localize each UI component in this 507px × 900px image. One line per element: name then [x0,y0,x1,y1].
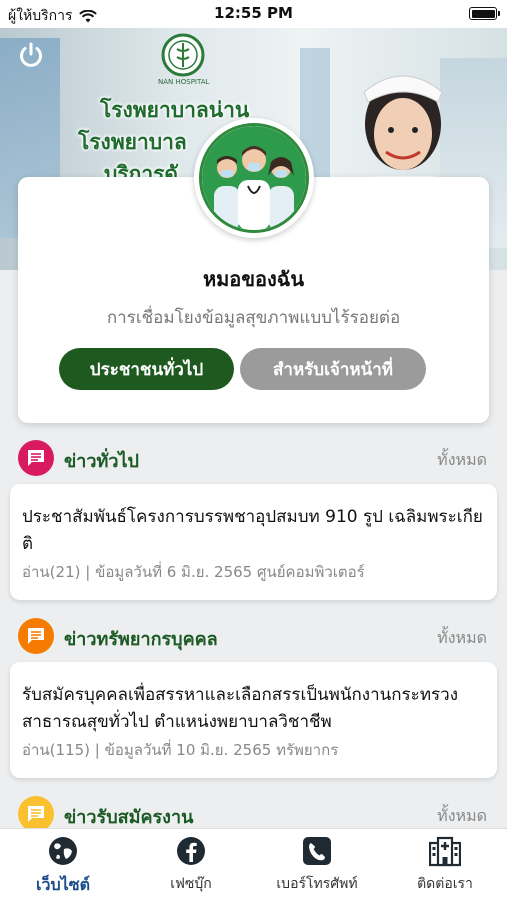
news-hr-title: ข่าวทรัพยากรบุคคล [64,629,218,650]
hospital-logo [161,33,205,77]
clock: 12:55 PM [214,4,293,22]
tab-label: ติดต่อเรา [417,876,473,892]
news-jobs-see-all[interactable]: ทั้งหมด [437,804,487,829]
tab-website[interactable]: เว็บไซต์ [8,835,118,898]
app-title: หมอของฉัน [202,267,305,291]
news-hr-see-all[interactable]: ทั้งหมด [437,626,487,651]
phone-icon [303,837,331,865]
public-button[interactable]: ประชาชนทั่วไป [59,348,234,390]
tab-label: เว็บไซต์ [36,875,90,894]
news-general-title: ข่าวทั่วไป [64,451,139,472]
news-general-item[interactable]: ประชาสัมพันธ์โครงการบรรพชาอุปสมบท 910 รู… [10,484,497,600]
logo-caption: NAN HOSPITAL [158,78,210,86]
power-icon[interactable] [16,40,46,70]
doctors-illustration [202,126,306,230]
news-meta: อ่าน(115) | ข้อมูลวันที่ 10 มิ.ย. 2565 ท… [22,741,339,759]
globe-icon [49,837,77,865]
tab-facebook[interactable]: เฟซบุ๊ก [136,835,246,895]
hero-line-1: โรงพยาบาลน่าน [100,98,250,122]
news-headline: ประชาสัมพันธ์โครงการบรรพชาอุปสมบท 910 รู… [22,507,483,554]
hero-line-2: โรงพยาบาล [78,130,187,154]
message-icon [28,450,44,466]
news-jobs-icon [18,796,54,832]
news-general-header: ข่าวทั่วไป ทั้งหมด [0,438,507,478]
tab-label: เฟซบุ๊ก [170,876,212,892]
staff-button[interactable]: สำหรับเจ้าหน้าที่ [240,348,426,390]
hospital-icon [429,836,461,867]
bottom-tab-bar: เว็บไซต์ เฟซบุ๊ก เบอร์โทรศัพท์ ติดต่อเรา [0,828,507,900]
message-icon [28,806,44,822]
news-general-icon [18,440,54,476]
news-meta: อ่าน(21) | ข้อมูลวันที่ 6 มิ.ย. 2565 ศูน… [22,563,365,581]
app-subtitle: การเชื่อมโยงข้อมูลสุขภาพแบบไร้รอยต่อ [106,308,401,328]
tab-label: เบอร์โทรศัพท์ [276,876,358,892]
news-hr-icon [18,618,54,654]
status-bar: ผู้ให้บริการ 12:55 PM [0,0,507,28]
news-hr-item[interactable]: รับสมัครบุคคลเพื่อสรรหาและเลือกสรรเป็นพน… [10,662,497,778]
news-jobs-title: ข่าวรับสมัครงาน [64,807,194,828]
tab-phone[interactable]: เบอร์โทรศัพท์ [262,835,372,895]
news-headline: รับสมัครบุคคลเพื่อสรรหาและเลือกสรรเป็นพน… [22,685,458,732]
message-icon [28,628,44,644]
tab-contact[interactable]: ติดต่อเรา [390,835,500,895]
battery-icon [469,7,500,20]
facebook-icon [177,837,205,865]
news-hr-header: ข่าวทรัพยากรบุคคล ทั้งหมด [0,616,507,656]
doctors-avatar [194,118,314,238]
news-general-see-all[interactable]: ทั้งหมด [437,448,487,473]
